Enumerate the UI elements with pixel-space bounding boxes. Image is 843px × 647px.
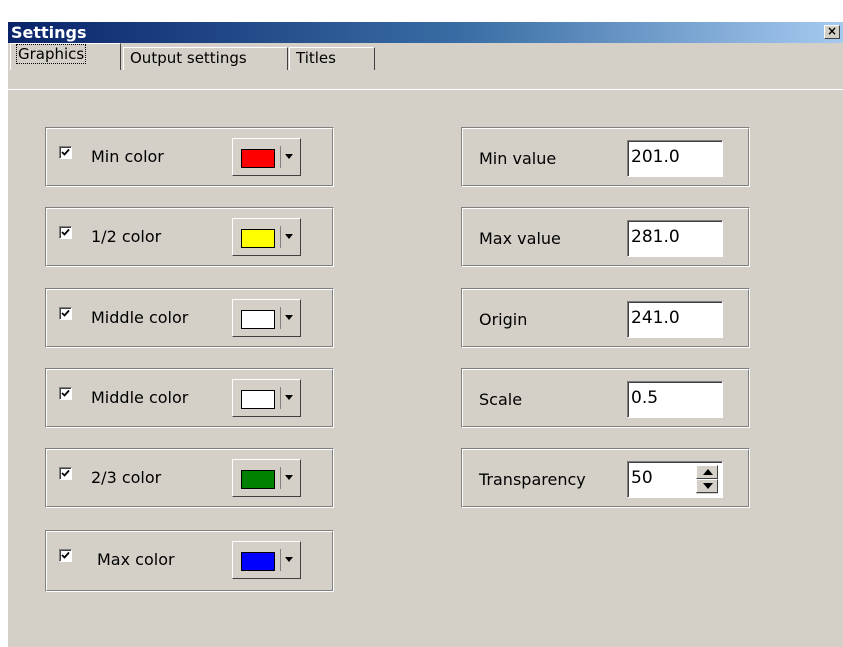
color-row-label: Max color [97, 550, 175, 569]
color-picker-button[interactable] [232, 379, 301, 417]
color-enable-checkbox[interactable] [59, 146, 72, 159]
spin-up-icon[interactable] [696, 465, 718, 479]
value-row-label: Scale [479, 390, 523, 409]
color-enable-checkbox[interactable] [59, 226, 72, 239]
color-row-label: Min color [91, 147, 164, 166]
input-value: 281.0 [631, 227, 680, 247]
button-separator [280, 146, 281, 168]
color-swatch [241, 470, 275, 489]
color-swatch [241, 310, 275, 329]
tab-label: Graphics [15, 44, 87, 64]
color-row-label: 1/2 color [91, 227, 162, 246]
spin-down-icon[interactable] [696, 479, 718, 493]
dropdown-arrow-icon [285, 557, 293, 562]
value-row-label: Max value [479, 229, 561, 248]
tab-output-settings[interactable]: Output settings [123, 47, 288, 70]
color-swatch [241, 149, 275, 168]
color-row: Middle color [45, 368, 334, 428]
value-row: Min value 201.0 [461, 127, 750, 187]
value-row-label: Min value [479, 149, 557, 168]
checkmark-icon [61, 469, 70, 477]
tab-label: Titles [296, 49, 336, 67]
color-row-label: Middle color [91, 308, 189, 327]
value-row: Origin 241.0 [461, 288, 750, 348]
checkmark-icon [61, 228, 70, 236]
value-row-label: Origin [479, 310, 528, 329]
input-value: 241.0 [631, 308, 680, 328]
color-row: Max color [45, 530, 334, 592]
value-input[interactable]: 0.5 [627, 381, 723, 418]
dropdown-arrow-icon [285, 154, 293, 159]
close-button[interactable]: × [824, 25, 840, 39]
input-value: 50 [631, 468, 653, 488]
value-input[interactable]: 281.0 [627, 220, 723, 257]
color-row-label: 2/3 color [91, 468, 162, 487]
color-row: Middle color [45, 288, 334, 348]
title-bar[interactable]: Settings × [8, 22, 843, 43]
input-value: 201.0 [631, 147, 680, 167]
color-swatch [241, 552, 275, 571]
color-picker-button[interactable] [232, 541, 301, 579]
dropdown-arrow-icon [285, 395, 293, 400]
tab-graphics[interactable]: Graphics [10, 43, 121, 70]
button-separator [280, 307, 281, 329]
close-icon: × [826, 24, 838, 38]
value-row: Max value 281.0 [461, 207, 750, 267]
button-separator [280, 387, 281, 409]
tab-divider [8, 89, 843, 90]
dropdown-arrow-icon [285, 475, 293, 480]
button-separator [280, 467, 281, 489]
color-picker-button[interactable] [232, 299, 301, 337]
color-enable-checkbox[interactable] [59, 387, 72, 400]
dropdown-arrow-icon [285, 315, 293, 320]
tab-titles[interactable]: Titles [289, 47, 375, 70]
value-row: Scale 0.5 [461, 368, 750, 428]
input-value: 0.5 [631, 388, 659, 408]
button-separator [280, 226, 281, 248]
value-row-label: Transparency [479, 470, 586, 489]
color-row: Min color [45, 127, 334, 187]
settings-window: Settings × Graphics Output settings Titl… [8, 22, 843, 647]
value-input[interactable]: 201.0 [627, 140, 723, 177]
color-picker-button[interactable] [232, 138, 301, 176]
value-row: Transparency 50 [461, 448, 750, 508]
button-separator [280, 549, 281, 571]
color-enable-checkbox[interactable] [59, 307, 72, 320]
dropdown-arrow-icon [285, 234, 293, 239]
color-picker-button[interactable] [232, 218, 301, 256]
checkmark-icon [61, 148, 70, 156]
checkmark-icon [61, 551, 70, 559]
color-row: 1/2 color [45, 207, 334, 267]
value-input[interactable]: 241.0 [627, 301, 723, 338]
color-enable-checkbox[interactable] [59, 549, 72, 562]
color-enable-checkbox[interactable] [59, 467, 72, 480]
checkmark-icon [61, 309, 70, 317]
transparency-spinner[interactable]: 50 [627, 461, 723, 498]
tab-label: Output settings [130, 49, 247, 67]
window-title: Settings [11, 23, 87, 42]
color-row-label: Middle color [91, 388, 189, 407]
spinner-buttons [696, 465, 718, 494]
color-swatch [241, 229, 275, 248]
color-row: 2/3 color [45, 448, 334, 508]
tab-strip: Graphics Output settings Titles [8, 43, 843, 90]
color-swatch [241, 390, 275, 409]
checkmark-icon [61, 389, 70, 397]
color-picker-button[interactable] [232, 459, 301, 497]
